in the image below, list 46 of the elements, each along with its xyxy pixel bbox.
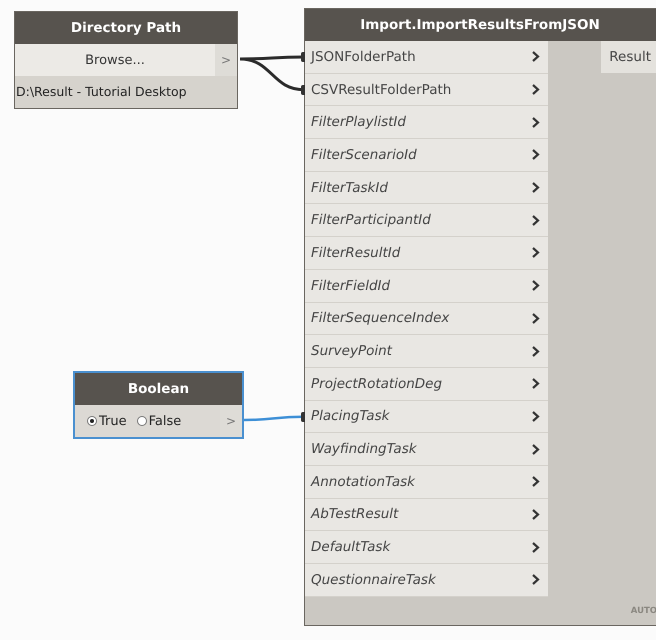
node-title: Directory Path xyxy=(15,12,237,44)
node-title: Boolean xyxy=(75,373,242,405)
browse-button[interactable]: Browse... xyxy=(15,44,215,76)
chevron-icon xyxy=(532,312,540,324)
chevron-icon xyxy=(532,149,540,160)
chevron-icon xyxy=(532,247,540,258)
chevron-icon xyxy=(532,476,540,488)
directory-path-node[interactable]: Directory Path Browse... > D:\Result - Tutorial Desktop xyxy=(14,11,238,109)
chevron-icon xyxy=(532,378,540,390)
input-port[interactable]: QuestionnaireTask xyxy=(305,564,548,597)
input-port[interactable]: FilterScenarioId xyxy=(305,139,548,172)
input-port[interactable]: AnnotationTask xyxy=(305,466,548,499)
chevron-icon xyxy=(532,444,540,455)
chevron-icon xyxy=(532,182,540,194)
radio-icon[interactable] xyxy=(87,416,97,426)
input-port[interactable]: FilterSequenceIndex xyxy=(305,302,548,336)
chevron-icon xyxy=(532,280,540,292)
radio-label: False xyxy=(148,414,182,428)
input-port[interactable]: DefaultTask xyxy=(305,531,548,564)
input-port[interactable]: AbTestResult xyxy=(305,498,548,532)
chevron-icon xyxy=(532,542,540,553)
input-port[interactable]: FilterTaskId xyxy=(305,172,548,204)
input-port[interactable]: FilterFieldId xyxy=(305,270,548,302)
radio-label: True xyxy=(99,414,127,428)
node-title: Import.ImportResultsFromJSON xyxy=(305,9,656,41)
radio-option[interactable]: False xyxy=(136,414,182,428)
radio-icon[interactable] xyxy=(136,416,147,426)
output-port[interactable]: Result xyxy=(601,41,656,73)
chevron-icon xyxy=(532,508,540,520)
path-value: D:\Result - Tutorial Desktop xyxy=(15,76,237,108)
input-port[interactable]: ProjectRotationDeg xyxy=(305,368,548,401)
chevron-icon xyxy=(532,84,540,96)
radio-option[interactable]: True xyxy=(87,414,127,428)
function-node[interactable] xyxy=(304,8,656,626)
chevron-icon xyxy=(532,214,540,226)
chevron-icon xyxy=(532,410,540,422)
chevron-icon xyxy=(532,574,540,586)
boolean-node[interactable]: Boolean True False > xyxy=(73,371,244,439)
chevron-icon xyxy=(532,346,540,357)
input-port[interactable]: FilterPlaylistId xyxy=(305,106,548,140)
chevron-icon xyxy=(532,116,540,128)
input-port[interactable]: FilterParticipantId xyxy=(305,204,548,238)
input-port[interactable]: FilterResultId xyxy=(305,237,548,270)
input-port[interactable]: SurveyPoint xyxy=(305,335,548,368)
chevron-icon xyxy=(532,51,540,62)
input-port[interactable]: WayfindingTask xyxy=(305,433,548,466)
